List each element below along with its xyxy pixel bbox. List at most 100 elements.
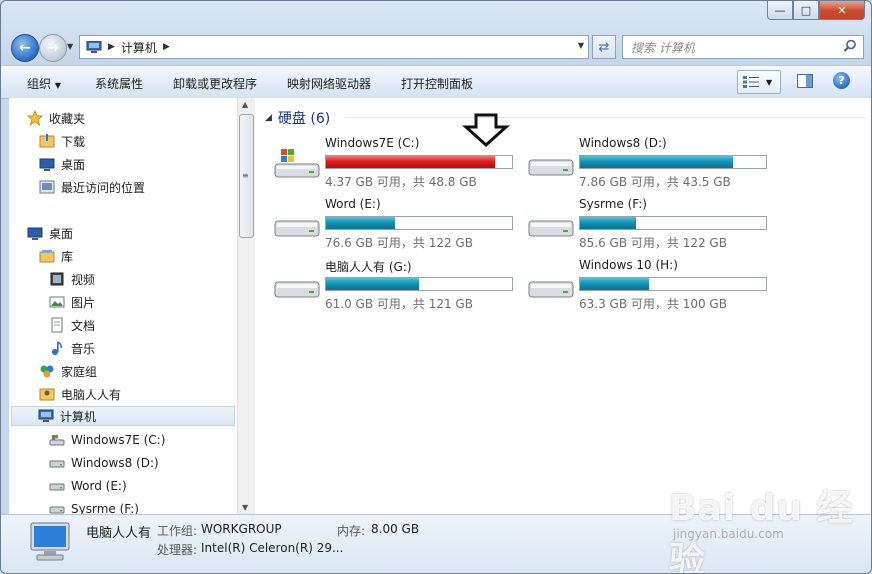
drive-free-space: 76.6 GB 可用，共 122 GB bbox=[325, 236, 473, 250]
memory-label: 内存: bbox=[337, 524, 366, 538]
workgroup-value: WORKGROUP bbox=[201, 522, 282, 536]
forward-button[interactable]: → bbox=[39, 34, 67, 62]
address-bar[interactable]: ▶ 计算机 ▶ ▼ bbox=[79, 35, 589, 59]
sidebar-item-favorites[interactable]: 收藏夹 bbox=[27, 108, 85, 128]
computer-icon bbox=[38, 409, 54, 422]
sidebar-item-music[interactable]: 音乐 bbox=[49, 338, 95, 358]
organize-button[interactable]: 组织 ▼ bbox=[27, 75, 61, 92]
sidebar-item-label: 音乐 bbox=[71, 341, 96, 356]
sidebar-item-downloads[interactable]: 下载 bbox=[39, 131, 85, 151]
system-drive-icon bbox=[274, 149, 320, 178]
sidebar-item-label: Windows8 (D:) bbox=[71, 456, 159, 470]
watermark: Bai du 经验 jingyan.baidu.com bbox=[669, 479, 871, 573]
scroll-up-icon[interactable]: ▲ bbox=[242, 100, 248, 109]
address-dropdown-icon[interactable]: ▼ bbox=[578, 41, 584, 50]
computer-icon bbox=[30, 522, 70, 561]
drive-icon bbox=[528, 159, 574, 176]
drive-name: Windows7E (C:) bbox=[325, 136, 420, 150]
sidebar-item-computer[interactable]: 计算机 bbox=[11, 406, 235, 426]
sidebar-item-drive-f[interactable]: Sysrme (F:) bbox=[49, 499, 139, 514]
change-view-button[interactable]: ▼ bbox=[737, 70, 781, 94]
sidebar-item-label: 计算机 bbox=[60, 409, 97, 424]
down-arrow-icon bbox=[462, 113, 510, 147]
collapse-icon[interactable]: ◢ bbox=[265, 113, 272, 123]
downloads-folder-icon bbox=[39, 134, 55, 148]
scroll-grip-icon: ≡ bbox=[242, 171, 249, 180]
sidebar-item-documents[interactable]: 文档 bbox=[49, 315, 95, 335]
explorer-window: — □ ✕ ← → ▼ ▶ 计算机 ▶ ▼ ⇄ 搜索 计算机 组织 ▼ 系统属性… bbox=[0, 0, 872, 574]
drive-usage-fill bbox=[326, 156, 496, 168]
sidebar-item-label: 下载 bbox=[61, 134, 86, 149]
drive-free-space: 61.0 GB 可用，共 121 GB bbox=[325, 297, 473, 311]
sidebar-item-homegroup[interactable]: 家庭组 bbox=[39, 361, 97, 381]
drive-usage-fill bbox=[580, 278, 649, 290]
drive-icon bbox=[49, 460, 65, 468]
breadcrumb-separator-icon[interactable]: ▶ bbox=[108, 42, 115, 52]
sidebar-item-desktop-fav[interactable]: 桌面 bbox=[39, 154, 85, 174]
workgroup-label: 工作组: bbox=[157, 524, 198, 538]
sidebar-item-desktop[interactable]: 桌面 bbox=[27, 223, 73, 243]
breadcrumb-separator-icon[interactable]: ▶ bbox=[163, 42, 170, 52]
drive-usage-bar bbox=[579, 277, 767, 291]
preview-pane-icon[interactable] bbox=[797, 74, 813, 88]
sidebar-item-pictures[interactable]: 图片 bbox=[49, 292, 95, 312]
drive-tile[interactable]: Sysrme (F:) 85.6 GB 可用，共 122 GB bbox=[527, 197, 777, 253]
sidebar-item-drive-c[interactable]: Windows7E (C:) bbox=[49, 430, 165, 450]
history-dropdown-icon[interactable]: ▼ bbox=[67, 42, 73, 51]
documents-library-icon bbox=[51, 317, 63, 333]
help-button[interactable]: ? bbox=[833, 72, 850, 89]
search-input[interactable]: 搜索 计算机 bbox=[622, 35, 864, 59]
breadcrumb-computer[interactable]: 计算机 bbox=[121, 39, 157, 56]
drive-tile[interactable]: Word (E:) 76.6 GB 可用，共 122 GB bbox=[273, 197, 523, 253]
sidebar-item-label: 最近访问的位置 bbox=[61, 180, 146, 195]
scroll-down-icon[interactable]: ▼ bbox=[242, 503, 248, 512]
drive-free-space: 63.3 GB 可用，共 100 GB bbox=[579, 297, 727, 311]
memory-value: 8.00 GB bbox=[371, 522, 420, 536]
recent-places-icon bbox=[39, 180, 55, 194]
sidebar-item-user[interactable]: 电脑人人有 bbox=[39, 384, 121, 404]
view-details-icon bbox=[743, 76, 759, 88]
command-bar: 组织 ▼ 系统属性 卸载或更改程序 映射网络驱动器 打开控制面板 ▼ ? bbox=[1, 65, 871, 99]
drive-tile[interactable]: 电脑人人有 (G:) 61.0 GB 可用，共 121 GB bbox=[273, 258, 523, 314]
drive-icon bbox=[274, 281, 320, 298]
minimize-button[interactable]: — bbox=[767, 1, 793, 20]
drive-name: 电脑人人有 (G:) bbox=[325, 260, 412, 274]
search-icon[interactable] bbox=[843, 39, 857, 53]
refresh-button[interactable]: ⇄ bbox=[592, 35, 616, 59]
sidebar-item-label: 桌面 bbox=[49, 226, 74, 241]
drive-usage-fill bbox=[580, 217, 636, 229]
sidebar-item-label: 桌面 bbox=[61, 157, 86, 172]
caption-buttons: — □ ✕ bbox=[767, 1, 865, 20]
libraries-icon bbox=[39, 250, 55, 263]
drive-usage-fill bbox=[580, 156, 733, 168]
map-network-drive-button[interactable]: 映射网络驱动器 bbox=[287, 75, 371, 92]
drive-free-space: 4.37 GB 可用，共 48.8 GB bbox=[325, 175, 477, 189]
sidebar-item-recent-places[interactable]: 最近访问的位置 bbox=[39, 177, 145, 197]
sidebar-item-libraries[interactable]: 库 bbox=[39, 246, 73, 266]
system-properties-button[interactable]: 系统属性 bbox=[95, 75, 143, 92]
sidebar-item-videos[interactable]: 视频 bbox=[49, 269, 95, 289]
uninstall-program-button[interactable]: 卸载或更改程序 bbox=[173, 75, 257, 92]
forward-arrow-icon: → bbox=[47, 40, 59, 56]
processor-value: Intel(R) Celeron(R) 29... bbox=[201, 541, 344, 555]
back-button[interactable]: ← bbox=[11, 34, 39, 62]
drive-name: Sysrme (F:) bbox=[579, 197, 647, 211]
drive-icon bbox=[274, 220, 320, 237]
drive-usage-bar bbox=[579, 155, 767, 169]
help-icon: ? bbox=[838, 74, 845, 87]
sidebar-item-drive-e[interactable]: Word (E:) bbox=[49, 476, 127, 496]
navigation-pane: 收藏夹 下载 桌面 最近访问的位置 桌面 库 视频 图片 文档 音乐 家庭组 电… bbox=[9, 98, 238, 514]
close-button[interactable]: ✕ bbox=[819, 1, 865, 20]
search-placeholder: 搜索 计算机 bbox=[631, 40, 695, 55]
group-divider bbox=[345, 117, 865, 118]
chevron-down-icon: ▼ bbox=[54, 81, 61, 90]
drive-tile[interactable]: Windows8 (D:) 7.86 GB 可用，共 43.5 GB bbox=[527, 136, 777, 192]
sidebar-item-drive-d[interactable]: Windows8 (D:) bbox=[49, 453, 159, 473]
drive-tile[interactable]: Windows 10 (H:) 63.3 GB 可用，共 100 GB bbox=[527, 258, 777, 314]
desktop-icon bbox=[39, 158, 55, 171]
open-control-panel-button[interactable]: 打开控制面板 bbox=[401, 75, 473, 92]
navigation-scrollbar[interactable]: ▲ ≡ ▼ bbox=[237, 98, 255, 514]
maximize-button[interactable]: □ bbox=[793, 1, 819, 20]
group-header-hard-disks[interactable]: ◢ 硬盘 (6) bbox=[265, 108, 865, 128]
computer-name: 电脑人人有 bbox=[86, 526, 152, 541]
